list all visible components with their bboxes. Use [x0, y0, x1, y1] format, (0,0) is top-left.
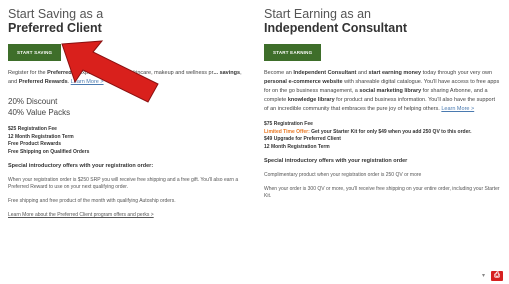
discount-40: 40% Value Packs: [8, 108, 71, 117]
consultant-heading-light: Start Earning as an: [264, 7, 372, 21]
consultant-heading-bold: Independent Consultant: [264, 21, 408, 35]
consultant-learn-more-link[interactable]: Learn More >: [441, 106, 474, 112]
preferred-heading-light: Start Saving as a: [8, 7, 104, 21]
preferred-heading-bold: Preferred Client: [8, 21, 102, 35]
registration-term: 12 Month Registration Term: [264, 143, 330, 150]
start-earning-button[interactable]: START EARNING: [264, 44, 322, 61]
consultant-special-heading: Special introductory offers with your re…: [264, 158, 408, 164]
preferred-special-2: Free shipping and free product of the mo…: [8, 198, 176, 204]
consultant-special-1: Complimentary product when your registra…: [264, 172, 422, 178]
consultant-fees: $75 Registration Fee Limited Time Offer:…: [264, 121, 500, 151]
start-saving-button[interactable]: START SAVING: [8, 44, 62, 61]
consultant-column: Start Earning as an Independent Consulta…: [264, 0, 500, 200]
preferred-special-1: When your registration order is $250 SRP…: [8, 177, 239, 190]
scroll-down-icon[interactable]: ▾: [479, 272, 488, 281]
list-item: 12 Month Registration Term: [8, 133, 74, 140]
list-item: $25 Registration Fee: [8, 126, 57, 132]
preferred-special-heading: Special introductory offers with your re…: [8, 163, 154, 169]
red-arrow-icon: [61, 40, 159, 103]
list-item: Free Shipping on Qualified Orders: [8, 148, 90, 155]
registration-fee: $75 Registration Fee: [264, 121, 313, 127]
pdf-icon[interactable]: ⎙: [491, 271, 503, 281]
consultant-description: Become an Independent Consultant and sta…: [264, 70, 500, 112]
preferred-benefits-list: $25 Registration Fee 12 Month Registrati…: [8, 126, 248, 156]
preferred-program-link[interactable]: Learn More about the Preferred Client pr…: [8, 212, 248, 219]
limited-offer: Limited Time Offer: Get your Starter Kit…: [264, 128, 472, 135]
list-item: Free Product Rewards: [8, 141, 62, 147]
consultant-special-2: When your order is 300 QV or more, you'l…: [264, 186, 500, 199]
preferred-client-column: Start Saving as a Preferred Client START…: [8, 0, 248, 219]
upgrade-fee: $49 Upgrade for Preferred Client: [264, 136, 341, 142]
limited-offer-label: Limited Time Offer:: [264, 128, 310, 135]
